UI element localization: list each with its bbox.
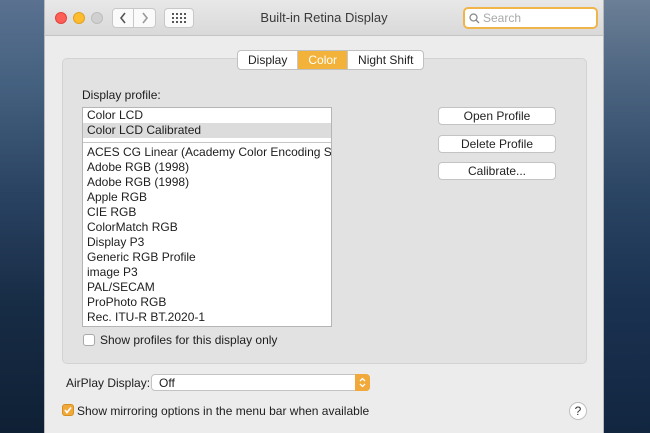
list-separator: [83, 142, 331, 143]
show-profiles-checkbox[interactable]: [83, 334, 95, 346]
list-item[interactable]: image P3: [83, 265, 331, 280]
title-bar: Built-in Retina Display: [45, 0, 603, 36]
airplay-display-value: Off: [159, 376, 175, 390]
desktop-wallpaper-left: [0, 0, 44, 433]
tab-bar: Display Color Night Shift: [237, 50, 425, 70]
tab-color[interactable]: Color: [298, 51, 349, 69]
mirroring-label: Show mirroring options in the menu bar w…: [77, 404, 370, 418]
list-item[interactable]: CIE RGB: [83, 205, 331, 220]
delete-profile-button[interactable]: Delete Profile: [438, 135, 556, 153]
list-item[interactable]: ACES CG Linear (Academy Color Encoding S…: [83, 145, 331, 160]
list-item[interactable]: Display P3: [83, 235, 331, 250]
list-item-selected[interactable]: Color LCD Calibrated: [83, 123, 331, 138]
list-item[interactable]: Adobe RGB (1998): [83, 160, 331, 175]
desktop-wallpaper-right: [604, 0, 650, 433]
calibrate-button[interactable]: Calibrate...: [438, 162, 556, 180]
list-item[interactable]: Adobe RGB (1998): [83, 175, 331, 190]
show-profiles-label: Show profiles for this display only: [100, 333, 278, 347]
display-profile-label: Display profile:: [82, 88, 161, 102]
preferences-window: Built-in Retina Display Display Color Ni…: [44, 0, 604, 433]
search-icon: [469, 12, 480, 23]
open-profile-button[interactable]: Open Profile: [438, 107, 556, 125]
list-item[interactable]: ProPhoto RGB: [83, 295, 331, 310]
search-field[interactable]: [463, 7, 598, 29]
list-item[interactable]: Apple RGB: [83, 190, 331, 205]
list-item[interactable]: Generic RGB Profile: [83, 250, 331, 265]
select-arrows-icon: [355, 374, 370, 391]
list-item[interactable]: Color LCD: [83, 108, 331, 123]
airplay-display-label: AirPlay Display:: [66, 376, 151, 390]
list-item[interactable]: Rec. ITU-R BT.2020-1: [83, 310, 331, 325]
help-button[interactable]: ?: [569, 402, 587, 420]
profile-list[interactable]: Color LCD Color LCD Calibrated ACES CG L…: [82, 107, 332, 327]
list-item[interactable]: PAL/SECAM: [83, 280, 331, 295]
tab-night-shift[interactable]: Night Shift: [348, 51, 423, 69]
airplay-display-select[interactable]: Off: [151, 374, 370, 391]
list-item[interactable]: ColorMatch RGB: [83, 220, 331, 235]
mirroring-checkbox[interactable]: [62, 404, 74, 416]
checkmark-icon: [64, 406, 72, 414]
search-input[interactable]: [480, 11, 593, 25]
tab-display[interactable]: Display: [238, 51, 299, 69]
